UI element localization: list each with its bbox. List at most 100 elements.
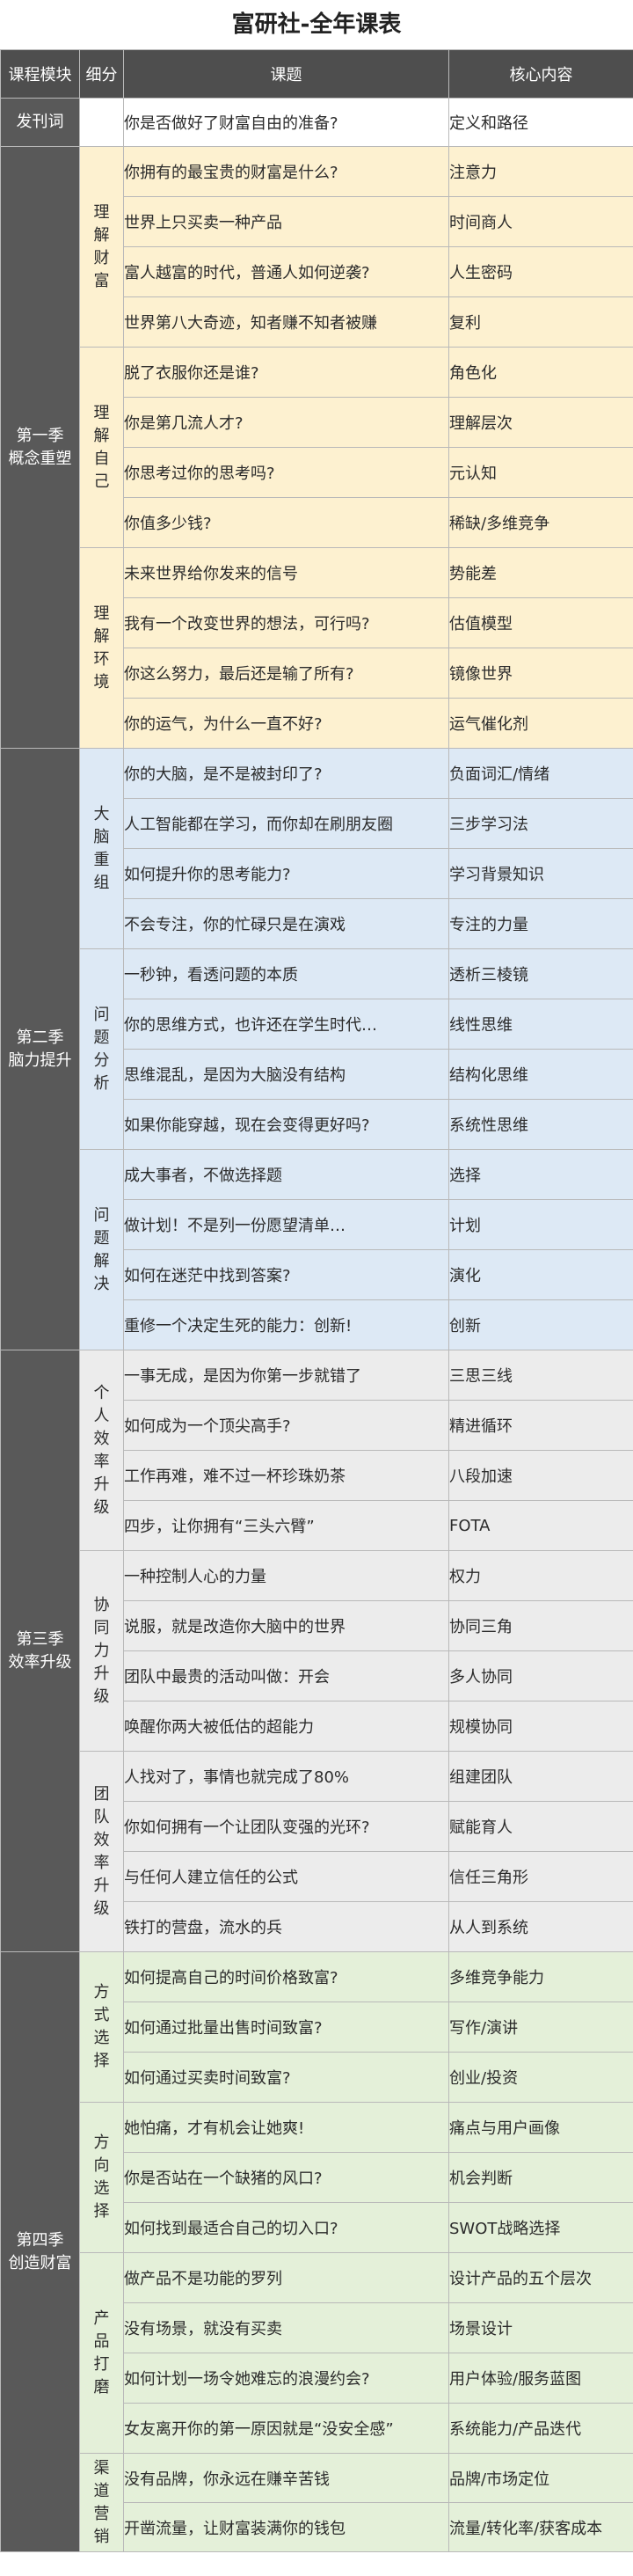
topic-cell: 你是第几流人才? xyxy=(123,397,449,448)
intro-module: 发刊词 xyxy=(0,98,80,147)
topic-cell: 你值多少钱? xyxy=(123,497,449,548)
table-row: 问题解决 成大事者，不做选择题 选择 xyxy=(1,1149,633,1350)
topic-cell: 团队中最贵的活动叫做：开会 xyxy=(123,1650,449,1701)
topic-cell: 你思考过你的思考吗? xyxy=(123,447,449,498)
header-core: 核心内容 xyxy=(448,49,633,99)
subcategory-label: 协同力升级 xyxy=(93,1595,110,1706)
core-content-cell: 元认知 xyxy=(448,447,633,498)
core-content-cell: 组建团队 xyxy=(448,1751,633,1802)
topic-cell: 一事无成，是因为你第一步就错了 xyxy=(123,1350,449,1401)
core-content-cell: 透析三棱镜 xyxy=(448,948,633,999)
core-content-cell: 创新 xyxy=(448,1299,633,1350)
core-content-cell: 信任三角形 xyxy=(448,1851,633,1902)
table-row: 第二季 脑力提升 大脑重组 你的大脑，是不是被封印了? 负面词汇/情绪 xyxy=(0,748,633,1350)
subcategory-cell: 团队效率升级 xyxy=(79,1751,124,1952)
topic-cell: 与任何人建立信任的公式 xyxy=(123,1851,449,1902)
topic-cell: 你这么努力，最后还是输了所有? xyxy=(123,648,449,699)
core-content-cell: 痛点与用户画像 xyxy=(448,2102,633,2153)
topic-cell: 如何成为一个顶尖高手? xyxy=(123,1400,449,1451)
core-content-cell: 角色化 xyxy=(448,347,633,398)
subcategory-label: 方式选择 xyxy=(93,1983,110,2070)
core-content-cell: 三思三线 xyxy=(448,1350,633,1401)
topic-cell: 一秒钟，看透问题的本质 xyxy=(123,948,449,999)
core-content-cell: 镜像世界 xyxy=(448,648,633,699)
season-module-label: 第一季 概念重塑 xyxy=(8,426,72,468)
core-content-cell: 选择 xyxy=(448,1149,633,1200)
subcategory-cell: 理解自己 xyxy=(79,347,124,548)
topic-cell: 做产品不是功能的罗列 xyxy=(123,2252,449,2303)
core-content-cell: 时间商人 xyxy=(448,196,633,247)
season-module-label: 第三季 效率升级 xyxy=(8,1629,72,1672)
intro-topic: 你是否做好了财富自由的准备? xyxy=(123,98,449,147)
topic-cell: 如何在迷茫中找到答案? xyxy=(123,1249,449,1300)
subcategory-label: 理解财富 xyxy=(93,202,110,290)
core-content-cell: 估值模型 xyxy=(448,597,633,648)
core-content-cell: 机会判断 xyxy=(448,2152,633,2203)
topic-cell: 没有品牌，你永远在赚辛苦钱 xyxy=(123,2453,449,2503)
topic-cell: 工作再难，难不过一杯珍珠奶茶 xyxy=(123,1450,449,1501)
topic-cell: 你拥有的最宝贵的财富是什么? xyxy=(123,146,449,197)
topic-cell: 如何提升你的思考能力? xyxy=(123,848,449,899)
subcategory-label: 个人效率升级 xyxy=(93,1383,110,1517)
topic-cell: 脱了衣服你还是谁? xyxy=(123,347,449,398)
core-content-cell: 人生密码 xyxy=(448,246,633,297)
table-row: 渠道营销 没有品牌，你永远在赚辛苦钱 品牌/市场定位 xyxy=(1,2453,633,2552)
core-content-cell: 负面词汇/情绪 xyxy=(448,748,633,799)
core-content-cell: 线性思维 xyxy=(448,999,633,1050)
core-content-cell: 复利 xyxy=(448,296,633,348)
topic-cell: 铁打的营盘，流水的兵 xyxy=(123,1901,449,1952)
core-content-cell: SWOT战略选择 xyxy=(448,2202,633,2253)
subcategory-cell: 方向选择 xyxy=(79,2102,124,2253)
course-schedule-table: 课程模块 细分 课题 核心内容 发刊词 你是否做好了财富自由的准备? 定义和路径… xyxy=(0,49,633,2552)
intro-sub xyxy=(79,98,124,147)
core-content-cell: 协同三角 xyxy=(448,1600,633,1651)
topic-cell: 说服，就是改造你大脑中的世界 xyxy=(123,1600,449,1651)
core-content-cell: 流量/转化率/获客成本 xyxy=(448,2502,633,2552)
core-content-cell: 稀缺/多维竞争 xyxy=(448,497,633,548)
season-module-cell: 第四季 创造财富 xyxy=(0,1951,80,2552)
subcategory-cell: 理解财富 xyxy=(79,146,124,348)
topic-cell: 如何通过买卖时间致富? xyxy=(123,2052,449,2103)
table-row: 理解环境 未来世界给你发来的信号 势能差 xyxy=(1,547,633,749)
topic-cell: 四步，让你拥有“三头六臂” xyxy=(123,1500,449,1551)
table-header-row: 课程模块 细分 课题 核心内容 xyxy=(0,49,633,99)
core-content-cell: 多维竞争能力 xyxy=(448,1951,633,2002)
core-content-cell: 创业/投资 xyxy=(448,2052,633,2103)
topic-cell: 不会专注，你的忙碌只是在演戏 xyxy=(123,898,449,949)
subcategory-cell: 问题分析 xyxy=(79,948,124,1150)
subcategory-label: 问题分析 xyxy=(93,1005,110,1093)
subcategory-cell: 问题解决 xyxy=(79,1149,124,1350)
subcategory-cell: 产品打磨 xyxy=(79,2252,124,2454)
topic-cell: 世界上只买卖一种产品 xyxy=(123,196,449,247)
topic-cell: 她怕痛，才有机会让她爽! xyxy=(123,2102,449,2153)
subcategory-cell: 大脑重组 xyxy=(79,748,124,949)
topic-cell: 如何通过批量出售时间致富? xyxy=(123,2002,449,2053)
topic-cell: 你的大脑，是不是被封印了? xyxy=(123,748,449,799)
season-module-cell: 第三季 效率升级 xyxy=(0,1350,80,1952)
table-row: 第一季 概念重塑 理解财富 你拥有的最宝贵的财富是什么? 注意力 xyxy=(0,146,633,749)
core-content-cell: 场景设计 xyxy=(448,2302,633,2353)
topic-cell: 重修一个决定生死的能力：创新! xyxy=(123,1299,449,1350)
subcategory-label: 团队效率升级 xyxy=(93,1784,110,1918)
topic-cell: 你是否站在一个缺猪的风口? xyxy=(123,2152,449,2203)
header-module: 课程模块 xyxy=(0,49,80,99)
core-content-cell: 三步学习法 xyxy=(448,798,633,849)
core-content-cell: 学习背景知识 xyxy=(448,848,633,899)
subcategory-label: 问题解决 xyxy=(93,1205,110,1293)
core-content-cell: 写作/演讲 xyxy=(448,2002,633,2053)
core-content-cell: 结构化思维 xyxy=(448,1049,633,1100)
core-content-cell: 赋能育人 xyxy=(448,1801,633,1852)
table-row: 问题分析 一秒钟，看透问题的本质 透析三棱镜 xyxy=(1,948,633,1150)
core-content-cell: 规模协同 xyxy=(448,1701,633,1752)
core-content-cell: 运气催化剂 xyxy=(448,698,633,749)
core-content-cell: 精进循环 xyxy=(448,1400,633,1451)
core-content-cell: FOTA xyxy=(448,1500,633,1551)
intro-row: 发刊词 你是否做好了财富自由的准备? 定义和路径 xyxy=(0,98,633,147)
topic-cell: 开凿流量，让财富装满你的钱包 xyxy=(123,2502,449,2552)
header-topic: 课题 xyxy=(123,49,449,99)
topic-cell: 如果你能穿越，现在会变得更好吗? xyxy=(123,1099,449,1150)
subcategory-cell: 协同力升级 xyxy=(79,1550,124,1752)
header-sub: 细分 xyxy=(79,49,124,99)
subcategory-label: 理解自己 xyxy=(93,403,110,491)
table-row: 方向选择 她怕痛，才有机会让她爽! 痛点与用户画像 xyxy=(1,2102,633,2253)
